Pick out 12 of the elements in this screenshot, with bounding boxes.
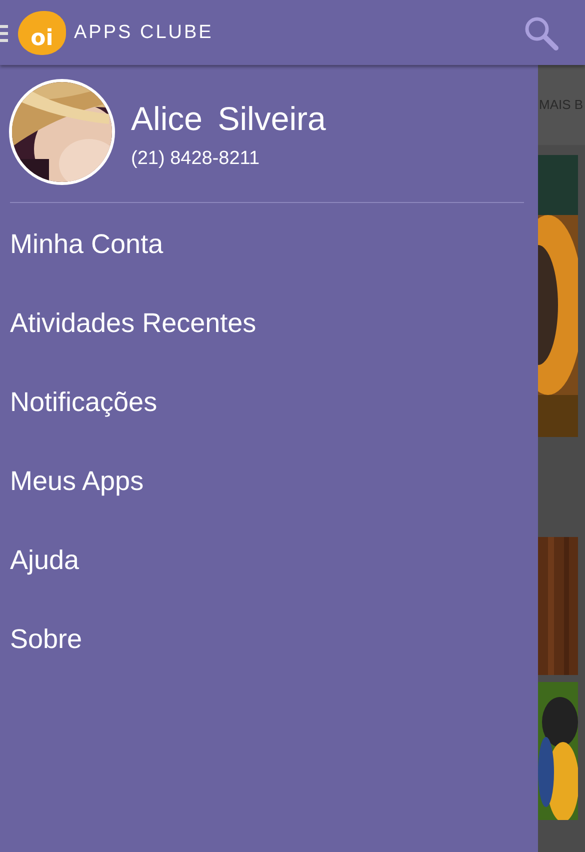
search-icon[interactable] — [523, 14, 559, 50]
menu-item[interactable]: Sobre — [0, 600, 538, 679]
menu-icon[interactable] — [0, 22, 8, 42]
phone-number: (21) 8428-8211 — [131, 148, 261, 170]
menu-item[interactable]: Notificações — [0, 363, 538, 442]
logo: oi — [18, 10, 66, 54]
app-title: APPS CLUBE — [74, 22, 214, 44]
menu-item[interactable]: Meus Apps — [0, 442, 538, 521]
menu-item[interactable]: Minha Conta — [0, 205, 538, 284]
menu-item[interactable]: Atividades Recentes — [0, 284, 538, 363]
menu-item[interactable]: Ajuda — [0, 521, 538, 600]
user-name: Alice Silveira — [131, 100, 326, 138]
